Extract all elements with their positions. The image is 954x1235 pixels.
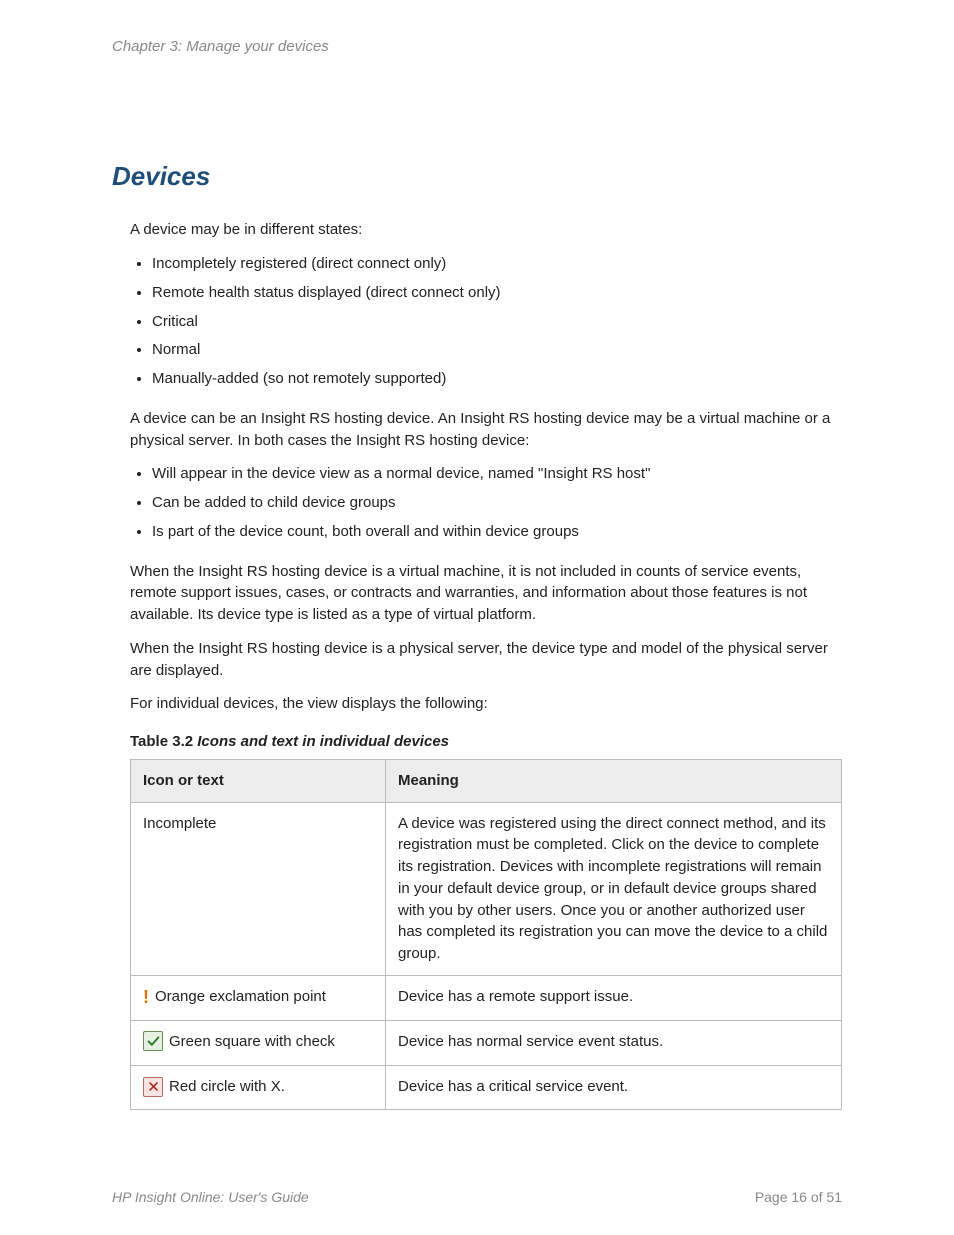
footer-page-number: Page 16 of 51 xyxy=(755,1187,842,1207)
phys-paragraph: When the Insight RS hosting device is a … xyxy=(130,638,842,682)
table-caption-title: Icons and text in individual devices xyxy=(197,733,449,750)
table-row: ! Orange exclamation point Device has a … xyxy=(131,975,842,1020)
list-item: Incompletely registered (direct connect … xyxy=(152,253,842,275)
table-row: Green square with check Device has norma… xyxy=(131,1020,842,1065)
list-item: Critical xyxy=(152,311,842,333)
hosting-intro-paragraph: A device can be an Insight RS hosting de… xyxy=(130,408,842,452)
table-caption-lead: Table 3.2 xyxy=(130,733,197,750)
green-check-icon xyxy=(143,1031,163,1051)
hosting-list: Will appear in the device view as a norm… xyxy=(130,463,842,542)
page: Chapter 3: Manage your devices Devices A… xyxy=(0,0,954,1235)
row-meaning: Device has a critical service event. xyxy=(386,1065,842,1109)
row-label: Incomplete xyxy=(143,813,216,835)
intro-paragraph: A device may be in different states: xyxy=(130,219,842,241)
row-label: Green square with check xyxy=(169,1031,335,1053)
list-item: Will appear in the device view as a norm… xyxy=(152,463,842,485)
table-header-meaning: Meaning xyxy=(386,759,842,802)
row-meaning: A device was registered using the direct… xyxy=(386,802,842,975)
table-row: Incomplete A device was registered using… xyxy=(131,802,842,975)
indiv-paragraph: For individual devices, the view display… xyxy=(130,693,842,715)
red-x-icon xyxy=(143,1077,163,1097)
row-meaning: Device has a remote support issue. xyxy=(386,975,842,1020)
list-item: Manually-added (so not remotely supporte… xyxy=(152,368,842,390)
exclamation-icon: ! xyxy=(143,988,149,1006)
footer-guide-title: HP Insight Online: User's Guide xyxy=(112,1187,309,1207)
row-meaning: Device has normal service event status. xyxy=(386,1020,842,1065)
row-label: Red circle with X. xyxy=(169,1076,285,1098)
body: A device may be in different states: Inc… xyxy=(130,219,842,1109)
list-item: Is part of the device count, both overal… xyxy=(152,521,842,543)
table-header-icon: Icon or text xyxy=(131,759,386,802)
vm-paragraph: When the Insight RS hosting device is a … xyxy=(130,561,842,626)
chapter-label: Chapter 3: Manage your devices xyxy=(112,36,842,58)
table-row: Red circle with X. Device has a critical… xyxy=(131,1065,842,1109)
states-list: Incompletely registered (direct connect … xyxy=(130,253,842,390)
icons-table: Icon or text Meaning Incomplete A device… xyxy=(130,759,842,1110)
page-footer: HP Insight Online: User's Guide Page 16 … xyxy=(112,1187,842,1207)
list-item: Can be added to child device groups xyxy=(152,492,842,514)
list-item: Normal xyxy=(152,339,842,361)
row-label: Orange exclamation point xyxy=(155,986,326,1008)
table-caption: Table 3.2 Icons and text in individual d… xyxy=(130,731,842,753)
section-heading-devices: Devices xyxy=(112,158,842,196)
list-item: Remote health status displayed (direct c… xyxy=(152,282,842,304)
